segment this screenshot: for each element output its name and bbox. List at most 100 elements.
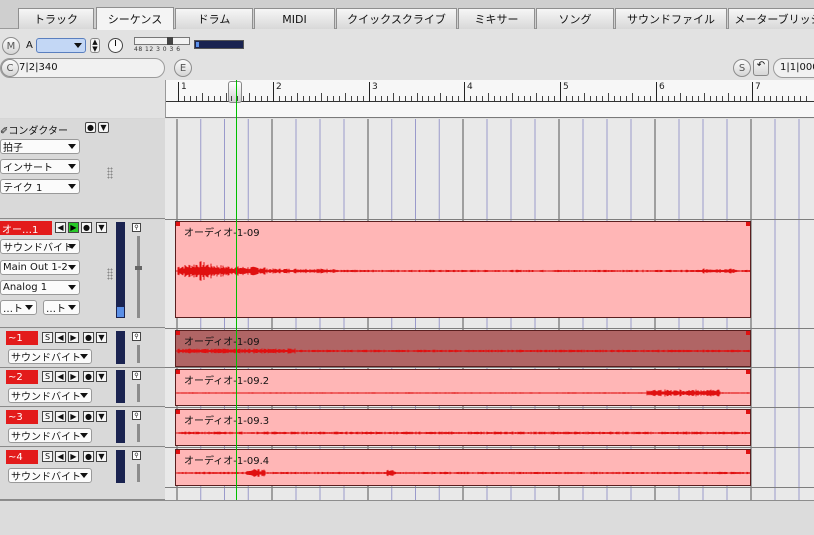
bar-number: 3 xyxy=(372,82,378,92)
zoom-icon[interactable]: ⚲ xyxy=(132,332,141,341)
take-name[interactable]: ~ 1 xyxy=(6,331,38,345)
playhead-line[interactable] xyxy=(236,80,237,535)
arrange-area[interactable]: オーディオ-1-09 オーディオ-1-09 オーディオ-1-09.2 オーディオ-1-… xyxy=(165,119,814,500)
mute-button[interactable]: ◀ xyxy=(55,451,66,462)
take-playlist-menu[interactable]: サウンドバイト xyxy=(8,388,92,403)
take-menu-button[interactable]: ▼ xyxy=(96,451,107,462)
take-name[interactable]: ~ 2 xyxy=(6,370,38,384)
mute-button[interactable]: ◀ xyxy=(55,371,66,382)
take-volume-fader[interactable] xyxy=(137,464,140,482)
solo-button[interactable]: S xyxy=(42,371,53,382)
take-region-4[interactable]: オーディオ-1-09.4 xyxy=(175,449,751,486)
play-enable-button[interactable]: ▶ xyxy=(68,371,79,382)
zoom-icon[interactable]: ⚲ xyxy=(132,223,141,232)
bar-line xyxy=(464,82,465,102)
record-button[interactable]: ● xyxy=(83,332,94,343)
meter-scale: 48 12 3 0 3 6 xyxy=(134,46,181,53)
record-button[interactable]: ● xyxy=(81,222,92,233)
record-button[interactable]: ● xyxy=(83,411,94,422)
take-volume-fader[interactable] xyxy=(137,384,140,402)
bar-number: 7 xyxy=(755,82,761,92)
conductor-meter-menu[interactable]: 拍子 xyxy=(0,139,80,154)
bar-line xyxy=(752,82,753,102)
playlist-menu[interactable]: サウンドバイト xyxy=(0,239,80,254)
bar-number: 1 xyxy=(181,82,187,92)
take-playlist-menu[interactable]: サウンドバイト xyxy=(8,468,92,483)
take-level-meter xyxy=(116,450,125,483)
take-header-2: ~ 2 S ◀ ▶ ● ▼ サウンドバイト ⚲ xyxy=(0,368,165,407)
play-enable-button[interactable]: ▶ xyxy=(68,451,79,462)
tab-1[interactable]: トラック xyxy=(18,8,94,29)
solo-button[interactable]: S xyxy=(42,411,53,422)
tab-6[interactable]: ミキサー xyxy=(458,8,535,29)
tab-2[interactable]: シーケンス xyxy=(96,7,174,30)
audio-region-main[interactable]: オーディオ-1-09 xyxy=(175,221,751,318)
a-label: A xyxy=(26,40,33,51)
record-button[interactable]: ● xyxy=(83,451,94,462)
volume-fader[interactable] xyxy=(135,236,142,318)
zoom-icon[interactable]: ⚲ xyxy=(132,411,141,420)
mute-button[interactable]: ◀ xyxy=(55,332,66,343)
conductor-insert-menu[interactable]: インサート xyxy=(0,159,80,174)
track-name[interactable]: オー…1 xyxy=(0,221,52,235)
conductor-record-button[interactable]: ● xyxy=(85,122,96,133)
input-menu[interactable]: Analog 1 xyxy=(0,280,80,295)
resize-grip-icon[interactable] xyxy=(107,167,113,179)
take-region-2[interactable]: オーディオ-1-09.2 xyxy=(175,369,751,406)
solo-button[interactable]: S xyxy=(42,332,53,343)
take-volume-fader[interactable] xyxy=(137,345,140,363)
take-playlist-menu[interactable]: サウンドバイト xyxy=(8,349,92,364)
end-counter-field[interactable]: 1|1|000 xyxy=(773,58,814,78)
mute-button[interactable]: ◀ xyxy=(55,411,66,422)
take-name[interactable]: ~ 3 xyxy=(6,410,38,424)
tab-5[interactable]: クイックスクライブ xyxy=(336,8,457,29)
send-menu-b[interactable]: …ト xyxy=(43,300,80,315)
zoom-icon[interactable]: ⚲ xyxy=(132,371,141,380)
conductor-insert-label: インサート xyxy=(3,163,53,174)
take-menu-button[interactable]: ▼ xyxy=(96,371,107,382)
take-level-meter xyxy=(116,331,125,364)
play-enable-button[interactable]: ▶ xyxy=(68,411,79,422)
solo-button[interactable]: S xyxy=(42,451,53,462)
mute-button[interactable]: ◀ xyxy=(55,222,66,233)
conductor-take-menu[interactable]: テイク 1 xyxy=(0,179,80,194)
send-menu-a[interactable]: …ト xyxy=(0,300,37,315)
resize-grip-icon[interactable] xyxy=(107,268,113,280)
tab-4[interactable]: MIDI xyxy=(254,8,335,29)
stepper-icon[interactable]: ▲ ▼ xyxy=(90,38,100,53)
e-button[interactable]: E xyxy=(174,59,192,77)
zoom-icon[interactable]: ⚲ xyxy=(132,451,141,460)
take-menu-button[interactable]: ▼ xyxy=(96,411,107,422)
take-name[interactable]: ~ 4 xyxy=(6,450,38,464)
s-button[interactable]: S xyxy=(733,59,751,77)
return-icon[interactable]: ↶ xyxy=(753,59,769,76)
output-menu[interactable]: Main Out 1-2 xyxy=(0,260,80,275)
take-region-1[interactable]: オーディオ-1-09 xyxy=(175,330,751,367)
bottom-bar xyxy=(0,500,814,535)
play-enable-button[interactable]: ▶ xyxy=(68,222,79,233)
playhead-handle[interactable] xyxy=(228,81,242,103)
play-enable-button[interactable]: ▶ xyxy=(68,332,79,343)
take-playlist-label: サウンドバイト xyxy=(11,353,81,364)
tab-7[interactable]: ソング xyxy=(536,8,614,29)
counter-field[interactable]: C 7|2|340 xyxy=(0,58,165,78)
take-playlist-menu[interactable]: サウンドバイト xyxy=(8,428,92,443)
take-volume-fader[interactable] xyxy=(137,424,140,442)
timeline-ruler[interactable]: 1 2 3 4 5 6 7 xyxy=(165,80,814,118)
c-button[interactable]: C xyxy=(1,59,19,77)
track-menu-button[interactable]: ▼ xyxy=(96,222,107,233)
tab-3[interactable]: ドラム xyxy=(175,8,253,29)
end-counter-value: 1|1|000 xyxy=(780,62,814,73)
volume-knob-icon[interactable] xyxy=(108,38,123,53)
m-button[interactable]: M xyxy=(2,37,20,55)
take-region-3[interactable]: オーディオ-1-09.3 xyxy=(175,409,751,446)
track-selector[interactable] xyxy=(36,38,86,53)
record-button[interactable]: ● xyxy=(83,371,94,382)
tab-9[interactable]: メーターブリッジ xyxy=(728,8,814,29)
conductor-track-header: ✐コンダクター ● ▼ 拍子 インサート テイク 1 xyxy=(0,119,165,219)
tab-8[interactable]: サウンドファイル xyxy=(615,8,727,29)
pan-slider[interactable] xyxy=(134,37,190,45)
chevron-down-icon xyxy=(74,43,82,48)
take-menu-button[interactable]: ▼ xyxy=(96,332,107,343)
conductor-menu-button[interactable]: ▼ xyxy=(98,122,109,133)
